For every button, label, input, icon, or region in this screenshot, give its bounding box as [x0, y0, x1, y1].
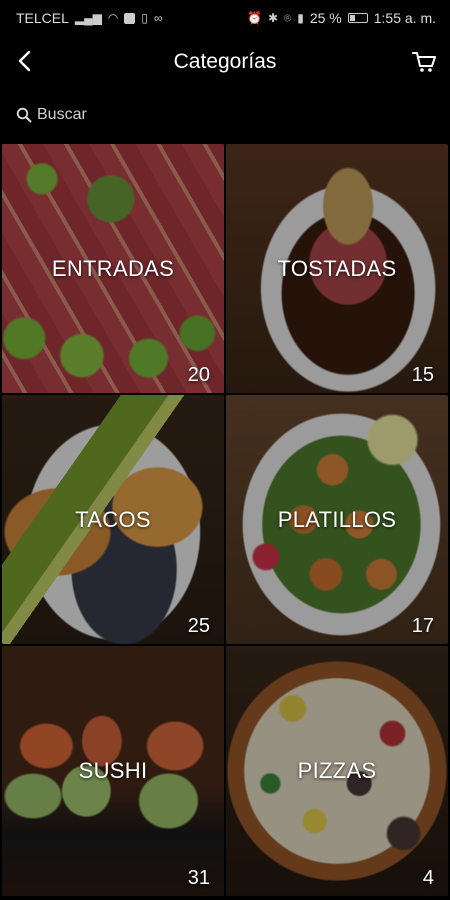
page-title: Categorías — [173, 50, 277, 73]
category-count: 25 — [187, 615, 210, 637]
category-tile-entradas[interactable]: ENTRADAS 20 — [2, 144, 224, 393]
category-name: PLATILLOS — [277, 506, 397, 532]
status-bar-right: ⏰ ✱ ⌾ ▮ 25 % 1:55 a. m. — [247, 10, 436, 26]
status-bar: TELCEL ▂▄▆ ◠ ▯ ∞ ⏰ ✱ ⌾ ▮ 25 % 1:55 a. m. — [0, 0, 450, 36]
battery-percentage: 25 % — [309, 10, 342, 26]
cart-icon — [412, 52, 436, 72]
category-count: 20 — [187, 364, 210, 386]
search-bar[interactable] — [16, 102, 237, 128]
category-count: 31 — [187, 867, 210, 889]
chevron-left-icon — [18, 50, 31, 72]
category-count: 15 — [411, 364, 434, 386]
category-tile-tostadas[interactable]: TOSTADAS 15 — [226, 144, 448, 393]
category-grid: ENTRADAS 20 TOSTADAS 15 TACOS 25 PLATILL… — [2, 144, 448, 896]
vibrate-icon: ▮ — [297, 11, 304, 25]
category-name: SUSHI — [78, 758, 148, 783]
status-bar-left: TELCEL ▂▄▆ ◠ ▯ ∞ — [16, 10, 163, 26]
alarm-icon: ⏰ — [246, 11, 262, 25]
location-icon: ⌾ — [284, 11, 292, 25]
category-count: 4 — [422, 867, 434, 889]
app-header: Categorías — [0, 36, 450, 88]
search-icon — [16, 107, 32, 123]
category-count: 17 — [411, 615, 434, 637]
clock: 1:55 a. m. — [373, 10, 436, 26]
link-icon: ∞ — [153, 11, 163, 25]
category-tile-sushi[interactable]: SUSHI 31 — [2, 646, 224, 896]
signal-icon: ▂▄▆ — [74, 11, 102, 25]
category-tile-pizzas[interactable]: PIZZAS 4 — [226, 646, 448, 896]
category-name: TOSTADAS — [277, 255, 397, 281]
battery-icon — [347, 13, 368, 23]
cart-button[interactable] — [408, 46, 440, 78]
category-name: TACOS — [75, 506, 151, 532]
bluetooth-icon: ✱ — [267, 11, 278, 25]
category-tile-platillos[interactable]: PLATILLOS 17 — [226, 395, 448, 644]
category-name: ENTRADAS — [51, 255, 175, 281]
phone-icon: ▯ — [141, 11, 148, 25]
shield-icon — [124, 12, 136, 24]
search-input[interactable] — [37, 106, 237, 124]
wifi-icon: ◠ — [107, 11, 119, 25]
back-button[interactable] — [10, 46, 40, 76]
carrier-label: TELCEL — [16, 10, 69, 26]
category-name: PIZZAS — [297, 758, 377, 783]
category-tile-tacos[interactable]: TACOS 25 — [2, 395, 224, 644]
